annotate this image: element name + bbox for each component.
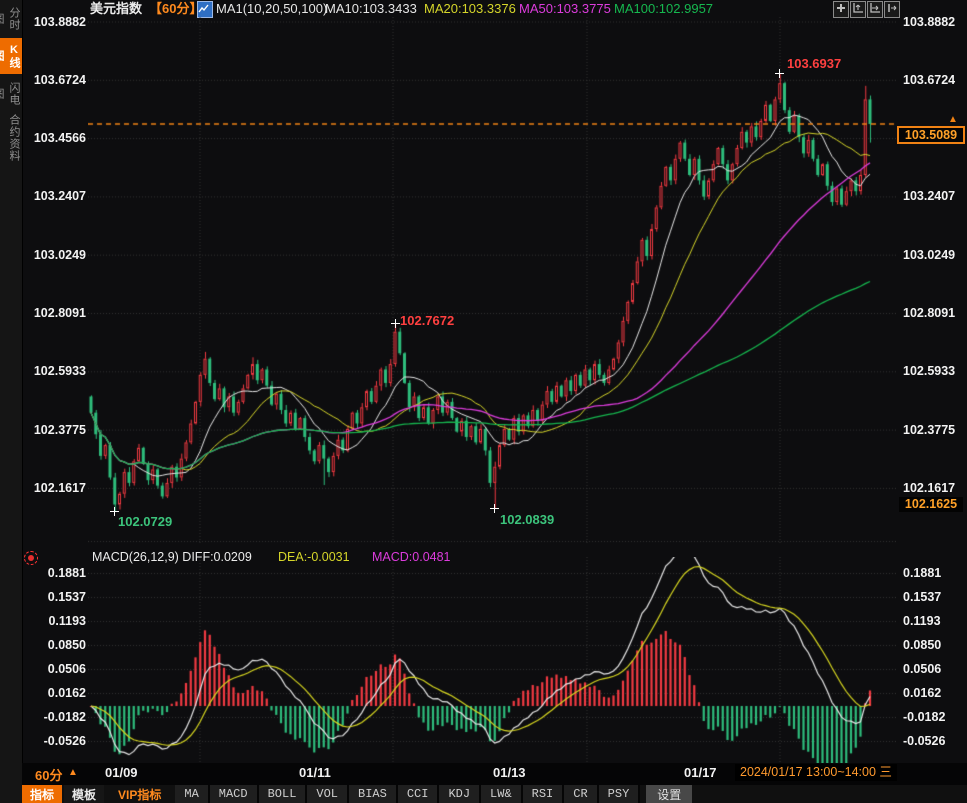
sidebar-item-lightning-chart[interactable]: 闪电图	[0, 77, 22, 111]
price-up-arrow-icon: ▲	[948, 114, 958, 125]
x-axis-row: 60分 ▲ 01/09 01/11 01/13 01/17 2024/01/17…	[22, 763, 967, 785]
kline-y-axis-label: 102.8091	[28, 306, 86, 320]
toolbar-item-macd[interactable]: MACD	[210, 785, 259, 803]
toolbar-item-cr[interactable]: CR	[564, 785, 598, 803]
kline-y-axis-label: 103.0249	[28, 248, 86, 262]
kline-y-axis-label: 103.8882	[28, 15, 86, 29]
toolbar-item-vol[interactable]: VOL	[307, 785, 349, 803]
macd-y-axis-label: 0.1537	[903, 590, 963, 604]
macd-y-axis-label: 0.0162	[903, 686, 963, 700]
period-label: 【60分】	[149, 1, 202, 16]
x-axis-date: 01/13	[493, 765, 526, 780]
kline-y-axis-label: 102.5933	[28, 364, 86, 378]
toolbar-item-vip-indicator[interactable]: VIP指标	[110, 785, 169, 803]
swing-high-annotation: 102.7672	[400, 313, 454, 328]
macd-chart-canvas[interactable]	[88, 557, 896, 763]
kline-y-axis-label: 102.8091	[903, 306, 963, 320]
toolbar-item-settings[interactable]: 设置	[646, 785, 692, 803]
toolbar-item-kdj[interactable]: KDJ	[439, 785, 481, 803]
sidebar-item-contract-info[interactable]: 合约资料	[0, 114, 22, 162]
period-low-annotation: 102.0729	[118, 514, 172, 529]
macd-y-axis-label: 0.0850	[28, 638, 86, 652]
macd-y-axis-label: 0.1881	[903, 566, 963, 580]
ma100-value: MA100:102.9957	[614, 1, 713, 16]
x-axis-date: 01/09	[105, 765, 138, 780]
crosshair-datetime-tooltip: 2024/01/17 13:00~14:00 三	[735, 764, 897, 781]
macd-y-axis-label: 0.0162	[28, 686, 86, 700]
macd-title: MACD(26,12,9) DIFF:0.0209	[92, 550, 252, 565]
toolbar-item-boll[interactable]: BOLL	[259, 785, 308, 803]
high-cross-marker	[775, 69, 784, 78]
macd-y-axis-label: -0.0526	[903, 734, 963, 748]
kline-y-axis-label: 103.6724	[28, 73, 86, 87]
kline-y-axis-label: 103.2407	[903, 189, 963, 203]
low-price-tag: 102.1625	[899, 497, 963, 512]
x-axis-date: 01/11	[299, 765, 331, 780]
period-high-annotation: 103.6937	[787, 56, 841, 71]
sidebar-item-kline-chart[interactable]: K线图	[0, 38, 22, 74]
toolbar-item-template[interactable]: 模板	[64, 785, 104, 803]
toolbar-item-psy[interactable]: PSY	[599, 785, 641, 803]
kline-y-axis-label: 103.0249	[903, 248, 963, 262]
kline-y-axis-label: 102.1617	[903, 481, 963, 495]
macd-y-axis-label: -0.0182	[903, 710, 963, 724]
crosshair-tool-icon[interactable]	[833, 1, 849, 18]
macd-y-axis-label: 0.1537	[28, 590, 86, 604]
toolbar-item-indicator[interactable]: 指标	[22, 785, 62, 803]
period-selector[interactable]: 60分	[35, 765, 62, 784]
toolbar-item-ma[interactable]: MA	[175, 785, 209, 803]
symbol-name: 美元指数	[90, 1, 142, 16]
pan-right-icon[interactable]	[884, 1, 900, 18]
kline-y-axis-label: 103.8882	[903, 15, 963, 29]
indicator-toolbar: 指标 模板 VIP指标 MA MACD BOLL VOL BIAS CCI KD…	[22, 785, 967, 803]
chart-type-sidebar: 分时图 K线图 闪电图 合约资料	[0, 0, 23, 803]
period-selector-arrow-icon[interactable]: ▲	[68, 767, 78, 778]
trading-app-window: 分时图 K线图 闪电图 合约资料 美元指数 【60分】 MA1(10,20,50…	[0, 0, 967, 803]
ma-settings-label: MA1(10,20,50,100)	[216, 1, 327, 16]
zoom-horizontal-icon[interactable]	[867, 1, 883, 18]
kline-chart-canvas[interactable]	[88, 17, 896, 544]
macd-y-axis-label: 0.1193	[903, 614, 963, 628]
kline-y-axis-label: 102.3775	[903, 423, 963, 437]
zoom-vertical-icon[interactable]	[850, 1, 866, 18]
macd-dea-value: DEA:-0.0031	[278, 550, 350, 565]
kline-y-axis-label: 102.1617	[28, 481, 86, 495]
macd-y-axis-label: 0.1193	[28, 614, 86, 628]
macd-macd-value: MACD:0.0481	[372, 550, 451, 565]
kline-y-axis-label: 102.5933	[903, 364, 963, 378]
ma20-value: MA20:103.3376	[424, 1, 516, 16]
toolbar-item-cci[interactable]: CCI	[398, 785, 440, 803]
ma50-value: MA50:103.3775	[519, 1, 611, 16]
kline-y-axis-label: 103.6724	[903, 73, 963, 87]
swing-low-annotation: 102.0839	[500, 512, 554, 527]
x-axis-date: 01/17	[684, 765, 717, 780]
kline-y-axis-label: 103.4566	[28, 131, 86, 145]
current-price-tag: 103.5089	[897, 126, 965, 144]
macd-y-axis-label: -0.0526	[28, 734, 86, 748]
macd-y-axis-label: 0.0506	[28, 662, 86, 676]
macd-y-axis-label: 0.1881	[28, 566, 86, 580]
toolbar-item-lw[interactable]: LW&	[481, 785, 523, 803]
toolbar-item-bias[interactable]: BIAS	[349, 785, 398, 803]
ma10-value: MA10:103.3433	[325, 1, 417, 16]
kline-y-axis-label: 103.2407	[28, 189, 86, 203]
swing-low-cross-marker	[490, 504, 499, 513]
toolbar-item-rsi[interactable]: RSI	[523, 785, 565, 803]
sidebar-item-timeshare-chart[interactable]: 分时图	[0, 2, 22, 36]
macd-y-axis-label: -0.0182	[28, 710, 86, 724]
macd-y-axis-label: 0.0850	[903, 638, 963, 652]
kline-y-axis-label: 102.3775	[28, 423, 86, 437]
swing-high-cross-marker	[391, 319, 400, 328]
chart-type-icon[interactable]	[197, 1, 213, 18]
macd-y-axis-label: 0.0506	[903, 662, 963, 676]
indicator-toggle-icon[interactable]	[24, 551, 38, 565]
